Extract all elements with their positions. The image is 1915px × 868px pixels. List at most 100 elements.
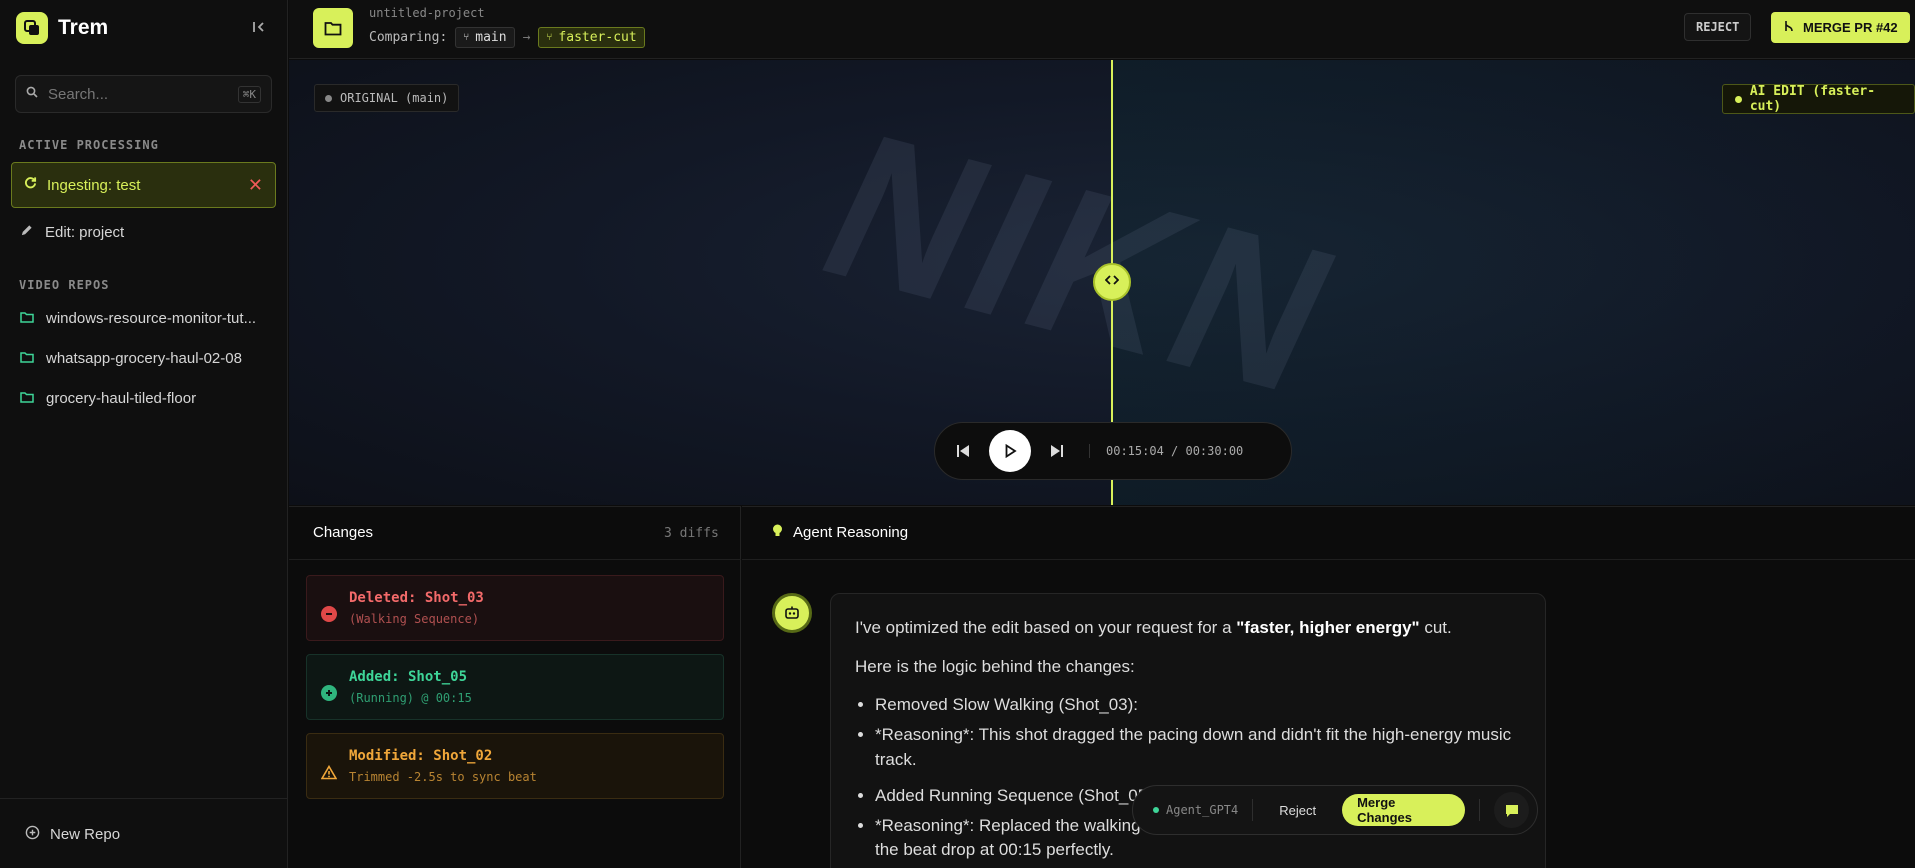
- merge-icon: [1783, 20, 1795, 35]
- agent-logic: Here is the logic behind the changes:: [855, 656, 1135, 676]
- folder-icon: [20, 350, 34, 367]
- intro-emphasis: "faster, higher energy": [1236, 618, 1420, 637]
- header: untitled-project Comparing: ⑂ main → ⑂ f…: [289, 0, 1915, 59]
- diff-title: Deleted: Shot_03: [349, 590, 484, 606]
- diff-item-deleted[interactable]: Deleted: Shot_03 (Walking Sequence): [306, 575, 724, 641]
- branch-icon: ⑂: [546, 32, 553, 43]
- changes-panel: Changes 3 diffs Deleted: Shot_03 (Walkin…: [289, 506, 741, 868]
- agent-title: Agent Reasoning: [772, 524, 908, 541]
- separator: [1479, 799, 1481, 821]
- status-dot: [1153, 807, 1159, 813]
- panel-divider: [742, 559, 1915, 560]
- repo-label: windows-resource-monitor-tut...: [46, 310, 257, 327]
- status-dot: [1735, 95, 1742, 103]
- pencil-icon: [20, 224, 33, 241]
- app-root: Trem ⌘K ACTIVE PROCESSING Ingesting: tes…: [0, 0, 1915, 868]
- diff-subtitle: (Running) @ 00:15: [349, 691, 472, 705]
- target-branch[interactable]: ⑂ faster-cut: [538, 27, 645, 48]
- intro-text-end: cut.: [1419, 618, 1452, 637]
- merge-pr-button[interactable]: MERGE PR #42: [1771, 12, 1910, 43]
- close-icon[interactable]: ✕: [248, 175, 263, 196]
- diff-item-added[interactable]: Added: Shot_05 (Running) @ 00:15: [306, 654, 724, 720]
- list-item: Removed Slow Walking (Shot_03):: [875, 693, 1521, 718]
- target-branch-label: faster-cut: [558, 30, 637, 45]
- list-item: *Reasoning*: This shot dragged the pacin…: [875, 723, 1521, 772]
- skip-back-icon[interactable]: [955, 443, 971, 459]
- repo-label: whatsapp-grocery-haul-02-08: [46, 350, 242, 367]
- video-repos-label: VIDEO REPOS: [19, 278, 110, 292]
- ai-edit-tag: AI EDIT (faster-cut): [1722, 84, 1915, 114]
- merge-changes-button[interactable]: Merge Changes: [1342, 794, 1466, 826]
- sidebar: Trem ⌘K ACTIVE PROCESSING Ingesting: tes…: [0, 0, 288, 868]
- intro-text: I've optimized the edit based on your re…: [855, 618, 1237, 637]
- skip-forward-icon[interactable]: [1049, 443, 1065, 459]
- project-name: untitled-project: [369, 6, 485, 20]
- agent-title-label: Agent Reasoning: [793, 524, 909, 541]
- repo-label: grocery-haul-tiled-floor: [46, 390, 197, 407]
- search-box[interactable]: ⌘K: [15, 75, 272, 113]
- diff-subtitle: Trimmed -2.5s to sync beat: [349, 770, 537, 784]
- base-branch-label: main: [475, 30, 507, 45]
- refresh-icon: [24, 176, 37, 194]
- branch-icon: ⑂: [463, 32, 470, 43]
- agent-reasoning-panel: Agent Reasoning I've optimized the edit …: [742, 506, 1915, 868]
- diff-title: Modified: Shot_02: [349, 748, 493, 764]
- collapse-sidebar-icon[interactable]: [248, 16, 270, 38]
- warning-icon: [321, 764, 337, 780]
- active-processing-label: ACTIVE PROCESSING: [19, 138, 159, 152]
- search-input[interactable]: [48, 85, 218, 103]
- sidebar-divider: [0, 798, 288, 799]
- diff-item-modified[interactable]: Modified: Shot_02 Trimmed -2.5s to sync …: [306, 733, 724, 799]
- separator: [1252, 799, 1254, 821]
- diff-subtitle: (Walking Sequence): [349, 612, 480, 626]
- plus-circle-icon: [321, 685, 337, 701]
- lightbulb-icon: [772, 524, 783, 541]
- repo-item[interactable]: grocery-haul-tiled-floor: [20, 390, 275, 407]
- base-branch[interactable]: ⑂ main: [455, 27, 515, 48]
- diff-title: Added: Shot_05: [349, 669, 468, 685]
- comparing-label: Comparing:: [369, 30, 448, 45]
- diff-count: 3 diffs: [664, 526, 719, 541]
- new-repo-button[interactable]: New Repo: [25, 825, 120, 844]
- layers-icon: [16, 12, 48, 44]
- playback-controls: 00:15:04 / 00:30:00: [934, 422, 1292, 480]
- sidebar-item-edit-project[interactable]: Edit: project: [20, 224, 275, 241]
- folder-icon: [20, 310, 34, 327]
- active-processing-item[interactable]: Ingesting: test ✕: [11, 162, 276, 208]
- sidebar-item-label: Edit: project: [45, 224, 125, 241]
- agent-name: Agent_GPT4: [1166, 803, 1239, 817]
- timecode: 00:15:04 / 00:30:00: [1089, 444, 1243, 458]
- repo-item[interactable]: windows-resource-monitor-tut...: [20, 310, 275, 327]
- agent-intro: I've optimized the edit based on your re…: [855, 616, 1521, 641]
- search-shortcut: ⌘K: [237, 85, 261, 103]
- status-dot: [325, 94, 332, 102]
- robot-icon: [772, 593, 812, 633]
- folder-icon: [20, 390, 34, 407]
- agent-tag: Agent_GPT4: [1153, 803, 1238, 817]
- folder-icon: [313, 8, 353, 48]
- search-icon: [26, 85, 38, 103]
- play-button[interactable]: [989, 430, 1031, 472]
- repo-item[interactable]: whatsapp-grocery-haul-02-08: [20, 350, 275, 367]
- brand[interactable]: Trem: [16, 12, 108, 44]
- compare-handle[interactable]: [1093, 263, 1131, 301]
- reject-changes-button[interactable]: Reject: [1267, 803, 1328, 818]
- reasoning-list: Removed Slow Walking (Shot_03): *Reasoni…: [855, 693, 1521, 863]
- minus-circle-icon: [321, 606, 337, 622]
- merge-pr-label: MERGE PR #42: [1803, 20, 1898, 35]
- video-comparison[interactable]: NIKN ORIGINAL (main) AI EDIT (faster-cut…: [289, 60, 1915, 505]
- original-tag: ORIGINAL (main): [314, 84, 460, 112]
- chat-icon[interactable]: [1494, 792, 1530, 828]
- reject-button[interactable]: REJECT: [1684, 13, 1752, 41]
- active-item-label: Ingesting: test: [47, 176, 141, 194]
- plus-circle-icon: [25, 825, 40, 844]
- play-icon: [1005, 444, 1017, 458]
- new-repo-label: New Repo: [50, 826, 121, 843]
- code-arrows-icon: [1104, 273, 1120, 291]
- original-tag-label: ORIGINAL (main): [340, 91, 449, 105]
- branch-comparison: Comparing: ⑂ main → ⑂ faster-cut: [369, 27, 645, 48]
- panel-divider: [289, 559, 741, 560]
- changes-title: Changes: [313, 524, 374, 541]
- agent-action-bar: Agent_GPT4 Reject Merge Changes: [1132, 785, 1538, 835]
- ai-edit-tag-label: AI EDIT (faster-cut): [1749, 84, 1876, 114]
